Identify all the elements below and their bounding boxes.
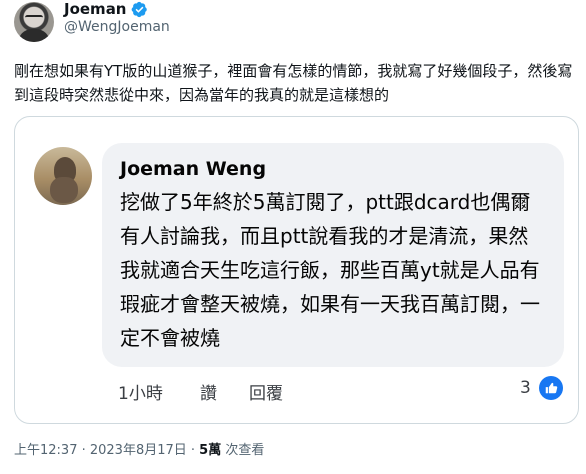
- post-meta: 上午12:37 · 2023年8月17日 · 5萬 次查看: [14, 442, 264, 460]
- author-avatar[interactable]: [14, 2, 54, 42]
- verified-badge-icon: [131, 1, 147, 17]
- comment-time: 1小時: [118, 384, 163, 404]
- avatar-monkey-body: [50, 177, 78, 203]
- post-timestamp[interactable]: 上午12:37 · 2023年8月17日 ·: [14, 443, 199, 458]
- avatar-glasses: [25, 15, 43, 20]
- comment-like-link: 讚: [200, 384, 217, 404]
- comment-text: 挖做了5年終於5萬訂閱了，ptt跟dcard也偶爾有人討論我，而且ptt說看我的…: [120, 190, 540, 350]
- tweet-text: 剛在想如果有YT版的山道猴子，裡面會有怎樣的情節，我就寫了好幾個段子，然後寫到這…: [14, 62, 573, 104]
- commenter-name: Joeman Weng: [120, 158, 267, 180]
- view-count: 5萬: [199, 443, 222, 458]
- thumbs-up-icon: [539, 376, 563, 400]
- author-name[interactable]: Joeman: [64, 0, 127, 18]
- author-handle[interactable]: @WengJoeman: [64, 18, 170, 36]
- comment-actions: 1小時 讚 回覆: [118, 379, 283, 404]
- comment-like-count: 3: [520, 378, 531, 398]
- avatar-body: [18, 29, 50, 42]
- comment-bubble: Joeman Weng 挖做了5年終於5萬訂閱了，ptt跟dcard也偶爾有人討…: [102, 143, 564, 367]
- commenter-avatar: [34, 147, 92, 205]
- comment-reply-link: 回覆: [249, 384, 283, 404]
- view-label: 次查看: [221, 443, 265, 458]
- author-name-row[interactable]: Joeman: [64, 0, 148, 18]
